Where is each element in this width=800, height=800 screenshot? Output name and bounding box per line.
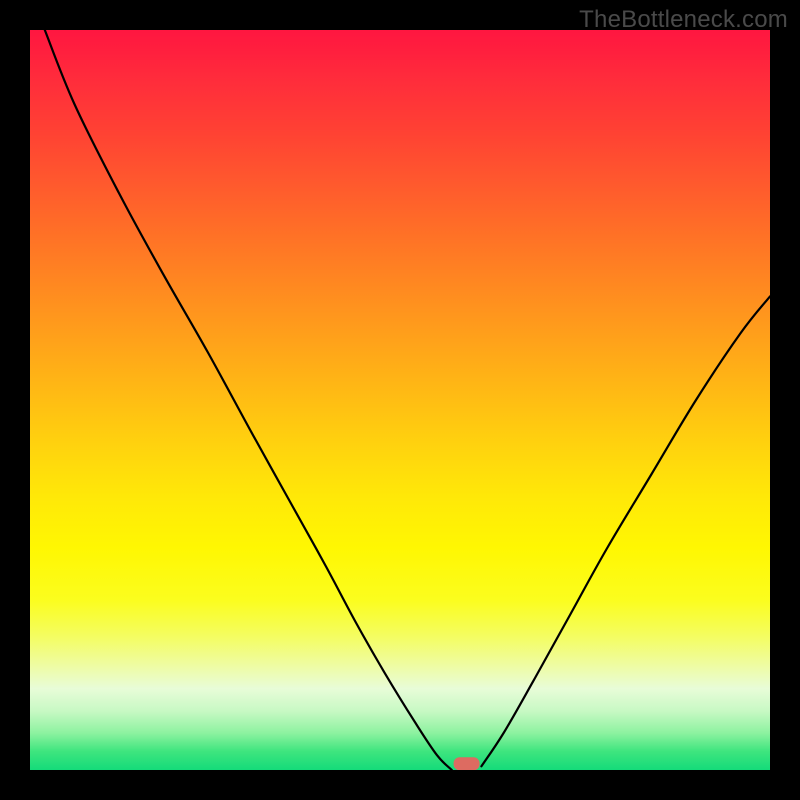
bottleneck-curve-left	[45, 30, 452, 770]
chart-outer-frame: TheBottleneck.com	[0, 0, 800, 800]
curve-layer	[30, 30, 770, 770]
bottleneck-curve-right	[481, 296, 770, 766]
watermark-text: TheBottleneck.com	[579, 6, 788, 34]
plot-area	[30, 30, 770, 770]
minimum-marker	[454, 757, 480, 770]
